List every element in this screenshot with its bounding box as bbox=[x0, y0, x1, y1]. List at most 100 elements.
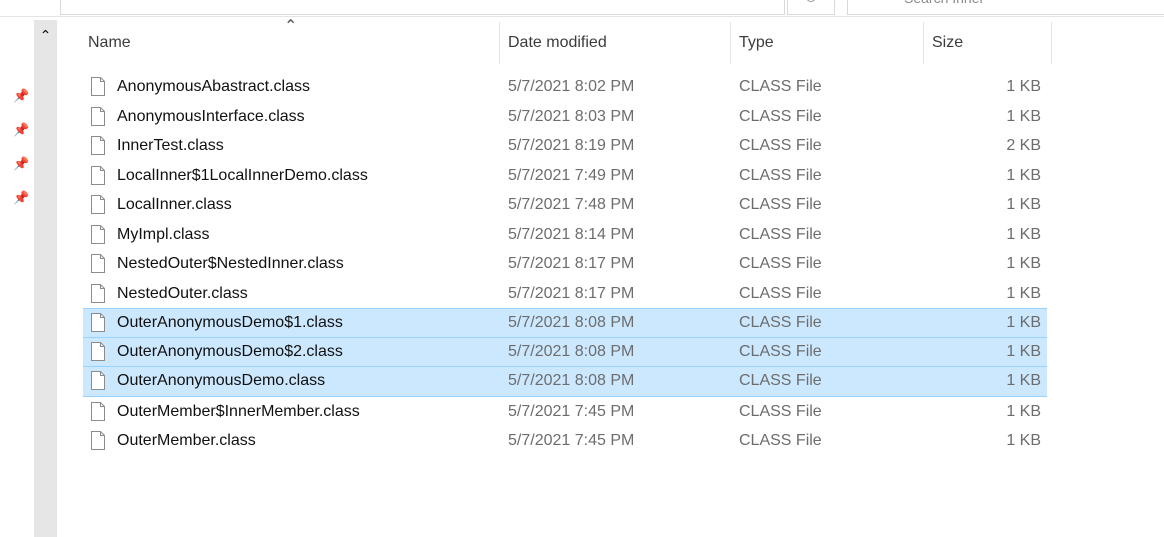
file-date-modified: 5/7/2021 8:08 PM bbox=[508, 314, 635, 331]
file-name: OuterAnonymousDemo.class bbox=[117, 372, 326, 389]
file-type: CLASS File bbox=[739, 196, 822, 213]
file-size: 1 KB bbox=[1006, 284, 1041, 302]
address-bar[interactable] bbox=[60, 0, 785, 15]
file-icon bbox=[91, 165, 105, 185]
file-type: CLASS File bbox=[739, 225, 822, 243]
file-size: 1 KB bbox=[1006, 342, 1041, 360]
file-size: 1 KB bbox=[1006, 196, 1041, 213]
file-row[interactable]: MyImpl.class 5/7/2021 8:14 PM CLASS File 1 … bbox=[83, 220, 1047, 250]
file-icon bbox=[91, 313, 105, 332]
file-type: CLASS File bbox=[739, 78, 822, 95]
file-icon bbox=[91, 401, 105, 421]
file-name: OuterAnonymousDemo$2.class bbox=[117, 342, 343, 360]
file-row[interactable]: NestedOuter$NestedInner.class 5/7/2021 8:… bbox=[83, 249, 1047, 279]
file-date-modified: 5/7/2021 8:17 PM bbox=[508, 255, 635, 272]
column-header-size[interactable]: Size bbox=[924, 22, 1051, 64]
column-header-type-label: Type bbox=[739, 34, 774, 51]
file-name: OuterMember.class bbox=[117, 432, 256, 449]
chevron-up-icon: ⌃ bbox=[39, 26, 52, 43]
file-icon bbox=[91, 371, 105, 390]
file-list: AnonymousAbastract.class 5/7/2021 8:02 PM… bbox=[83, 72, 1047, 456]
file-type: CLASS File bbox=[739, 432, 822, 449]
file-row[interactable]: NestedOuter.class 5/7/2021 8:17 PM CLASS F… bbox=[83, 279, 1047, 309]
file-type: CLASS File bbox=[739, 107, 822, 125]
file-name: AnonymousAbastract.class bbox=[117, 78, 310, 95]
file-icon bbox=[91, 341, 105, 361]
pin-icon[interactable]: 📌 bbox=[13, 89, 29, 103]
file-name: NestedOuter$NestedInner.class bbox=[117, 255, 344, 272]
file-type: CLASS File bbox=[739, 342, 822, 360]
file-icon bbox=[91, 136, 105, 155]
file-name: MyImpl.class bbox=[117, 225, 210, 243]
file-name: LocalInner.class bbox=[117, 196, 232, 213]
file-name: OuterMember$InnerMember.class bbox=[117, 402, 360, 420]
file-date-modified: 5/7/2021 8:08 PM bbox=[508, 342, 635, 360]
column-header-type[interactable]: Type bbox=[731, 22, 923, 64]
file-size: 1 KB bbox=[1006, 166, 1041, 184]
file-size: 1 KB bbox=[1006, 107, 1041, 125]
file-name: NestedOuter.class bbox=[117, 284, 248, 302]
file-row[interactable]: OuterAnonymousDemo.class 5/7/2021 8:08 PM… bbox=[83, 367, 1047, 397]
file-size: 1 KB bbox=[1006, 314, 1041, 331]
file-name: OuterAnonymousDemo$1.class bbox=[117, 314, 343, 331]
sort-ascending-icon: ⌃ bbox=[284, 18, 298, 35]
file-type: CLASS File bbox=[739, 255, 822, 272]
file-size: 1 KB bbox=[1006, 225, 1041, 243]
scroll-up-button[interactable]: ⌃ bbox=[34, 20, 57, 50]
column-header-name-label: Name bbox=[88, 34, 131, 51]
file-date-modified: 5/7/2021 7:45 PM bbox=[508, 402, 635, 420]
file-size: 1 KB bbox=[1006, 372, 1041, 389]
file-date-modified: 5/7/2021 8:17 PM bbox=[508, 284, 635, 302]
file-icon bbox=[91, 195, 105, 214]
column-header-size-label: Size bbox=[932, 34, 964, 51]
file-icon bbox=[91, 431, 105, 450]
file-row[interactable]: LocalInner.class 5/7/2021 7:48 PM CLASS Fi… bbox=[83, 190, 1047, 220]
file-name: AnonymousInterface.class bbox=[117, 107, 305, 125]
file-date-modified: 5/7/2021 8:02 PM bbox=[508, 78, 635, 95]
refresh-button[interactable] bbox=[787, 0, 835, 15]
column-divider[interactable] bbox=[1051, 22, 1052, 64]
file-type: CLASS File bbox=[739, 402, 822, 420]
file-row[interactable]: AnonymousInterface.class 5/7/2021 8:03 PM… bbox=[83, 102, 1047, 132]
file-row[interactable]: OuterMember$InnerMember.class 5/7/2021 7:… bbox=[83, 397, 1047, 427]
file-type: CLASS File bbox=[739, 166, 822, 184]
file-row[interactable]: OuterAnonymousDemo$1.class 5/7/2021 8:08 … bbox=[83, 308, 1047, 338]
file-date-modified: 5/7/2021 8:14 PM bbox=[508, 225, 635, 243]
file-name: InnerTest.class bbox=[117, 137, 224, 154]
file-type: CLASS File bbox=[739, 284, 822, 302]
file-date-modified: 5/7/2021 8:19 PM bbox=[508, 137, 635, 154]
file-type: CLASS File bbox=[739, 137, 822, 154]
file-size: 2 KB bbox=[1006, 137, 1041, 154]
quick-access-pane: 📌 📌 📌 📌 bbox=[0, 17, 33, 537]
top-toolbar: Search Inner bbox=[0, 0, 1164, 17]
pin-icon[interactable]: 📌 bbox=[13, 123, 29, 137]
file-row[interactable]: OuterAnonymousDemo$2.class 5/7/2021 8:08 … bbox=[83, 337, 1047, 367]
file-date-modified: 5/7/2021 7:48 PM bbox=[508, 196, 635, 213]
pin-icon[interactable]: 📌 bbox=[13, 191, 29, 205]
pin-icon[interactable]: 📌 bbox=[13, 157, 29, 171]
file-name: LocalInner$1LocalInnerDemo.class bbox=[117, 166, 368, 184]
file-icon bbox=[91, 106, 105, 126]
search-input[interactable]: Search Inner bbox=[847, 0, 1164, 15]
vertical-scrollbar[interactable] bbox=[34, 20, 57, 537]
file-icon bbox=[91, 77, 105, 96]
file-icon bbox=[91, 254, 105, 273]
file-date-modified: 5/7/2021 7:45 PM bbox=[508, 432, 635, 449]
file-type: CLASS File bbox=[739, 372, 822, 389]
file-date-modified: 5/7/2021 8:03 PM bbox=[508, 107, 635, 125]
file-row[interactable]: AnonymousAbastract.class 5/7/2021 8:02 PM… bbox=[83, 72, 1047, 102]
column-header-date[interactable]: Date modified bbox=[500, 22, 731, 64]
refresh-icon bbox=[806, 0, 816, 2]
file-date-modified: 5/7/2021 7:49 PM bbox=[508, 166, 635, 184]
file-date-modified: 5/7/2021 8:08 PM bbox=[508, 372, 635, 389]
file-size: 1 KB bbox=[1006, 402, 1041, 420]
file-size: 1 KB bbox=[1006, 255, 1041, 272]
file-row[interactable]: InnerTest.class 5/7/2021 8:19 PM CLASS Fil… bbox=[83, 131, 1047, 161]
file-size: 1 KB bbox=[1006, 432, 1041, 449]
file-row[interactable]: OuterMember.class 5/7/2021 7:45 PM CLASS F… bbox=[83, 426, 1047, 456]
file-icon bbox=[91, 224, 105, 244]
file-icon bbox=[91, 283, 105, 303]
column-header-row: Name ⌃ Date modified Type Size bbox=[80, 18, 1052, 64]
file-size: 1 KB bbox=[1006, 78, 1041, 95]
file-row[interactable]: LocalInner$1LocalInnerDemo.class 5/7/2021… bbox=[83, 161, 1047, 191]
